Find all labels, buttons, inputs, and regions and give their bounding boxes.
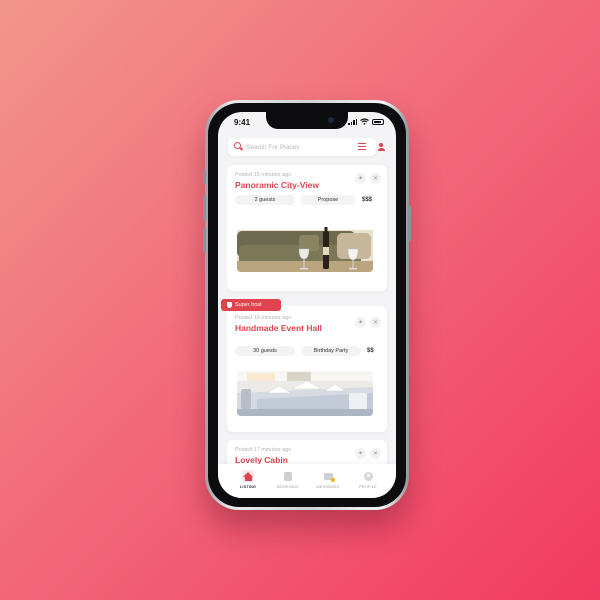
super-host-badge: Super host xyxy=(221,299,281,311)
tab-listing[interactable]: LISTING xyxy=(230,470,266,489)
guests-chip: 30 guests xyxy=(235,346,295,356)
camera-icon xyxy=(328,117,334,123)
status-icons xyxy=(348,118,384,125)
tab-label: PROFILE xyxy=(359,485,377,489)
favorite-button[interactable]: ✦ xyxy=(355,317,366,328)
listing-card[interactable]: Super host Posted 16 minutes ago Handmad… xyxy=(221,299,387,432)
filter-icon[interactable] xyxy=(358,143,366,151)
close-icon: ✕ xyxy=(372,175,379,182)
tab-label: BOOKINGS xyxy=(277,485,299,489)
listing-photo[interactable] xyxy=(237,371,373,416)
shield-icon xyxy=(227,302,232,308)
price-level: $$$ xyxy=(362,197,373,203)
tab-bookings[interactable]: BOOKINGS xyxy=(270,470,306,489)
user-profile-button[interactable] xyxy=(372,138,390,156)
profile-icon-box xyxy=(362,470,374,482)
user-icon xyxy=(377,143,385,151)
listing-title[interactable]: Panoramic City-View xyxy=(235,180,319,190)
listing-photo[interactable] xyxy=(237,227,373,272)
bookings-icon-box xyxy=(282,470,294,482)
favorite-button[interactable]: ✦ xyxy=(355,448,366,459)
occasion-chip: Propose xyxy=(301,195,355,205)
dismiss-button[interactable]: ✕ xyxy=(370,173,381,184)
close-icon: ✕ xyxy=(372,319,379,326)
star-icon: ✦ xyxy=(357,175,364,182)
dismiss-button[interactable]: ✕ xyxy=(370,317,381,328)
favorite-button[interactable]: ✦ xyxy=(355,173,366,184)
star-icon: ✦ xyxy=(357,319,364,326)
tab-label: LISTING xyxy=(239,485,257,489)
posted-time: Posted 17 minutes ago xyxy=(235,447,292,453)
signal-icon xyxy=(348,118,357,125)
volume-down-button xyxy=(203,227,206,253)
home-icon-box xyxy=(242,470,254,482)
home-icon xyxy=(243,471,253,481)
occasion-chip: Birthday Party xyxy=(301,346,361,356)
volume-up-button xyxy=(203,195,206,221)
bookings-icon xyxy=(284,471,292,481)
bottom-tab-bar: LISTING BOOKINGS MESSAGES PROFILE xyxy=(218,464,396,498)
messages-icon xyxy=(323,472,335,482)
status-time: 9:41 xyxy=(234,118,251,127)
listing-card[interactable]: Posted 15 minutes ago Panoramic City-Vie… xyxy=(227,165,387,291)
tab-messages[interactable]: MESSAGES xyxy=(310,470,346,489)
phone-device: 9:41 Search For Places Posted 15 minutes… xyxy=(203,100,411,510)
guests-chip: 2 guests xyxy=(235,195,295,205)
event-hall-image xyxy=(237,371,373,416)
living-room-image xyxy=(237,227,373,272)
tab-label: MESSAGES xyxy=(316,485,340,489)
messages-icon-box xyxy=(322,470,335,482)
posted-time: Posted 16 minutes ago xyxy=(235,315,292,321)
search-icon xyxy=(234,142,241,149)
battery-icon xyxy=(372,118,384,125)
search-bar[interactable] xyxy=(228,138,385,156)
dismiss-button[interactable]: ✕ xyxy=(370,448,381,459)
posted-time: Posted 15 minutes ago xyxy=(235,172,292,178)
star-icon: ✦ xyxy=(357,450,364,457)
notch xyxy=(266,112,348,129)
wifi-icon xyxy=(360,118,369,125)
tab-profile[interactable]: PROFILE xyxy=(350,470,386,489)
power-button xyxy=(408,205,411,241)
profile-icon xyxy=(363,471,373,481)
listing-title[interactable]: Handmade Event Hall xyxy=(235,323,322,333)
price-level: $$ xyxy=(367,348,374,354)
close-icon: ✕ xyxy=(372,450,379,457)
app-screen: 9:41 Search For Places Posted 15 minutes… xyxy=(218,112,396,498)
mute-switch xyxy=(203,170,206,184)
phone-bezel: 9:41 Search For Places Posted 15 minutes… xyxy=(208,103,406,507)
search-input[interactable] xyxy=(246,138,346,156)
super-host-label: Super host xyxy=(235,302,262,308)
